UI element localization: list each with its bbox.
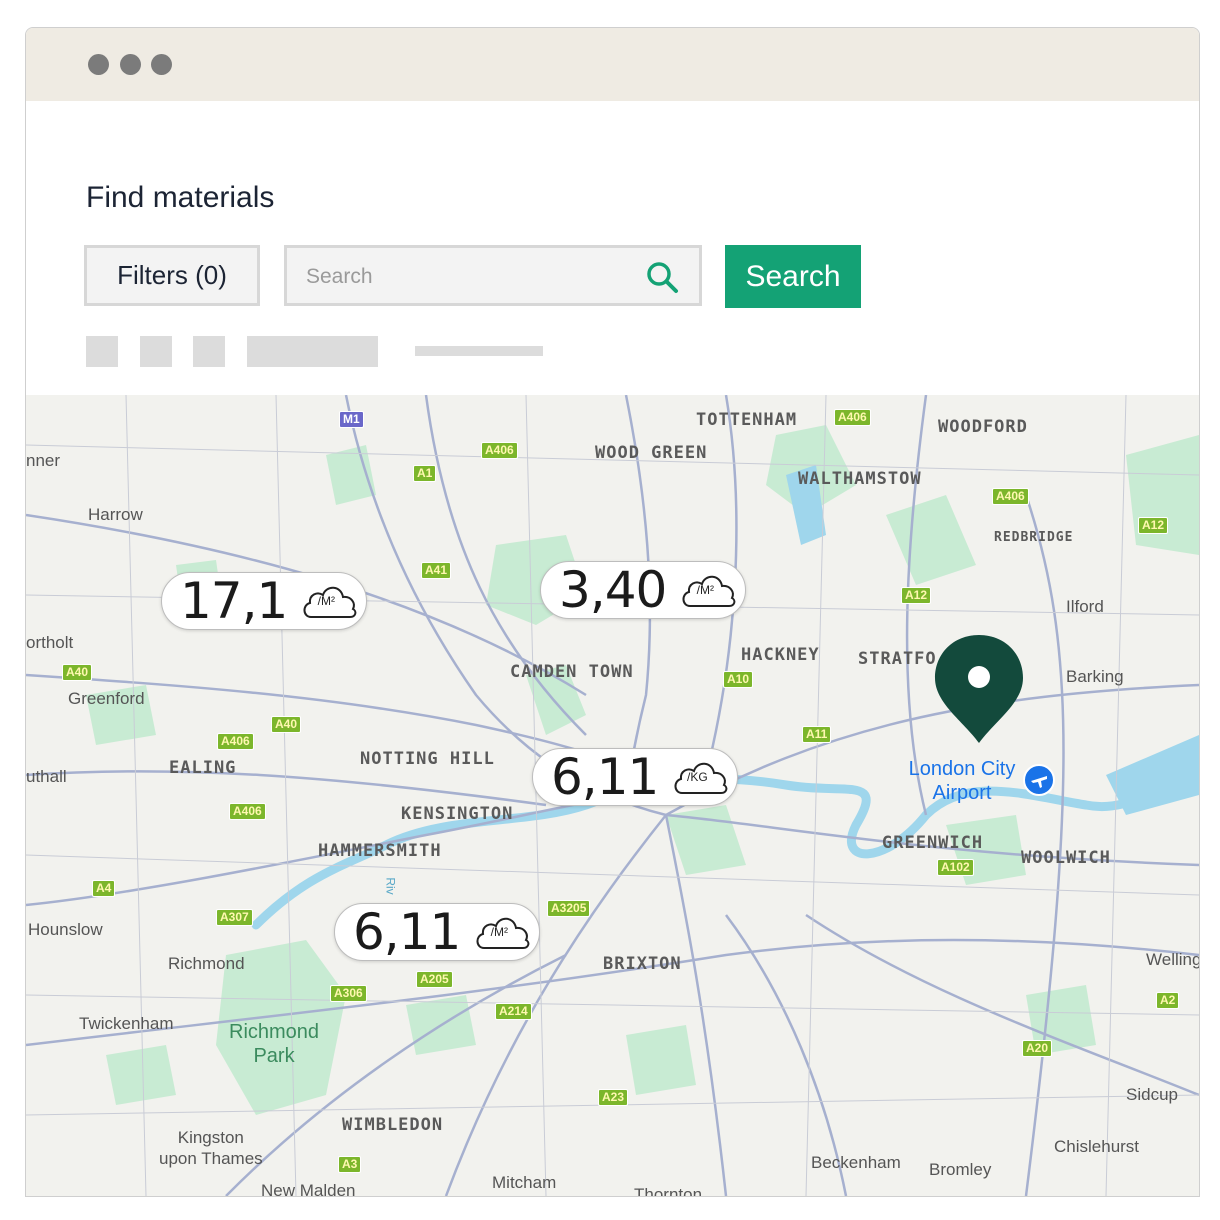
skeleton-placeholder <box>415 346 543 356</box>
page-title: Find materials <box>86 181 275 214</box>
road-shield: A205 <box>416 971 453 988</box>
road-shield: A102 <box>937 859 974 876</box>
search-input[interactable] <box>287 248 648 305</box>
window-control-dot[interactable] <box>120 54 141 75</box>
road-shield: A3 <box>338 1156 362 1173</box>
map-label: GREENWICH <box>882 833 984 853</box>
road-shield: A2 <box>1156 992 1180 1009</box>
road-shield: A41 <box>421 562 452 579</box>
skeleton-placeholder <box>86 336 118 367</box>
map-label: HAMMERSMITH <box>318 841 442 861</box>
road-shield: A40 <box>62 664 93 681</box>
road-shield: A406 <box>217 733 254 750</box>
browser-window: Find materials Filters (0) Search Search… <box>25 27 1200 1197</box>
road-shield: A406 <box>992 488 1029 505</box>
badge-value: 6,11 <box>551 748 659 806</box>
park-label: Richmond Park <box>229 1021 320 1067</box>
window-control-dot[interactable] <box>151 54 172 75</box>
map-label: Thornton <box>634 1185 703 1196</box>
map-label: ortholt <box>26 633 74 652</box>
map-label: WALTHAMSTOW <box>798 469 922 489</box>
skeleton-placeholder <box>247 336 378 367</box>
map-label: HACKNEY <box>741 645 820 665</box>
road-shield: A406 <box>834 409 871 426</box>
road-shield: A11 <box>802 726 832 743</box>
search-icon[interactable] <box>645 260 679 294</box>
river-label: Riv <box>383 877 398 895</box>
map-label: Bromley <box>929 1160 992 1179</box>
cloud-icon: /M² <box>301 581 357 621</box>
price-badge[interactable]: 6,11 /M² <box>334 903 540 961</box>
search-panel: Find materials Filters (0) Search <box>26 101 1199 395</box>
road-shield: A4 <box>92 880 116 897</box>
road-shield: A12 <box>1138 517 1169 534</box>
skeleton-placeholder <box>193 336 225 367</box>
map-label: CAMDEN TOWN <box>510 662 634 682</box>
map-label: Barking <box>1066 667 1124 686</box>
road-shield: A307 <box>216 909 253 926</box>
map-label: Harrow <box>88 505 143 524</box>
map-label: REDBRIDGE <box>994 530 1074 545</box>
map-view[interactable]: TOTTENHAM WOODFORD WOOD GREEN WALTHAMSTO… <box>26 395 1199 1196</box>
map-label: STRATFO <box>858 649 937 669</box>
map-label: Hounslow <box>28 920 103 939</box>
map-label: uthall <box>26 767 67 786</box>
map-label: Kingston upon Thames <box>159 1128 263 1168</box>
price-badge[interactable]: 6,11 /KG <box>532 748 738 806</box>
cloud-icon: /KG <box>672 757 728 797</box>
map-label: Beckenham <box>811 1153 901 1172</box>
road-shield: A3205 <box>547 900 591 917</box>
map-label: Chislehurst <box>1054 1137 1140 1156</box>
road-shield: A306 <box>330 985 367 1002</box>
price-badge[interactable]: 17,1 /M² <box>161 572 367 630</box>
map-label: NOTTING HILL <box>360 749 495 769</box>
map-label: EALING <box>169 758 237 778</box>
map-label: New Malden <box>261 1181 356 1196</box>
map-label: Greenford <box>68 689 145 708</box>
road-shield: A10 <box>723 671 754 688</box>
road-shield: A406 <box>229 803 266 820</box>
road-shield: M1 <box>339 411 364 428</box>
road-shield: A40 <box>271 716 302 733</box>
map-label: KENSINGTON <box>401 804 514 824</box>
map-label: WOOLWICH <box>1021 848 1111 868</box>
map-label: nner <box>26 451 61 470</box>
map-label: Twickenham <box>79 1014 174 1033</box>
window-control-dot[interactable] <box>88 54 109 75</box>
filters-button[interactable]: Filters (0) <box>84 245 260 306</box>
cloud-icon: /M² <box>474 912 530 952</box>
price-badge[interactable]: 3,40 /M² <box>540 561 746 619</box>
map-label: WOODFORD <box>938 417 1028 437</box>
map-pin-icon[interactable] <box>933 633 1025 745</box>
road-shield: A214 <box>495 1003 532 1020</box>
map-label: Ilford <box>1066 597 1104 616</box>
skeleton-placeholder <box>140 336 172 367</box>
search-box <box>284 245 702 306</box>
road-shield: A1 <box>413 465 437 482</box>
map-label: Mitcham <box>492 1173 557 1192</box>
map-label: BRIXTON <box>603 954 682 974</box>
map-label: TOTTENHAM <box>696 410 798 430</box>
map-label: Welling <box>1146 950 1199 969</box>
badge-value: 6,11 <box>353 903 461 961</box>
cloud-icon: /M² <box>680 570 736 610</box>
road-shield: A20 <box>1022 1040 1053 1057</box>
badge-value: 3,40 <box>559 561 667 619</box>
airplane-icon <box>1023 764 1055 796</box>
airport-label: London City Airport <box>908 758 1016 804</box>
map-label: WIMBLEDON <box>342 1115 444 1135</box>
road-shield: A406 <box>481 442 518 459</box>
map-label: WOOD GREEN <box>595 443 708 463</box>
map-label: Richmond <box>168 954 245 973</box>
window-titlebar <box>26 28 1199 101</box>
search-button[interactable]: Search <box>725 245 861 308</box>
badge-value: 17,1 <box>180 572 288 630</box>
map-label: Sidcup <box>1126 1085 1178 1104</box>
road-shield: A23 <box>598 1089 629 1106</box>
road-shield: A12 <box>901 587 932 604</box>
